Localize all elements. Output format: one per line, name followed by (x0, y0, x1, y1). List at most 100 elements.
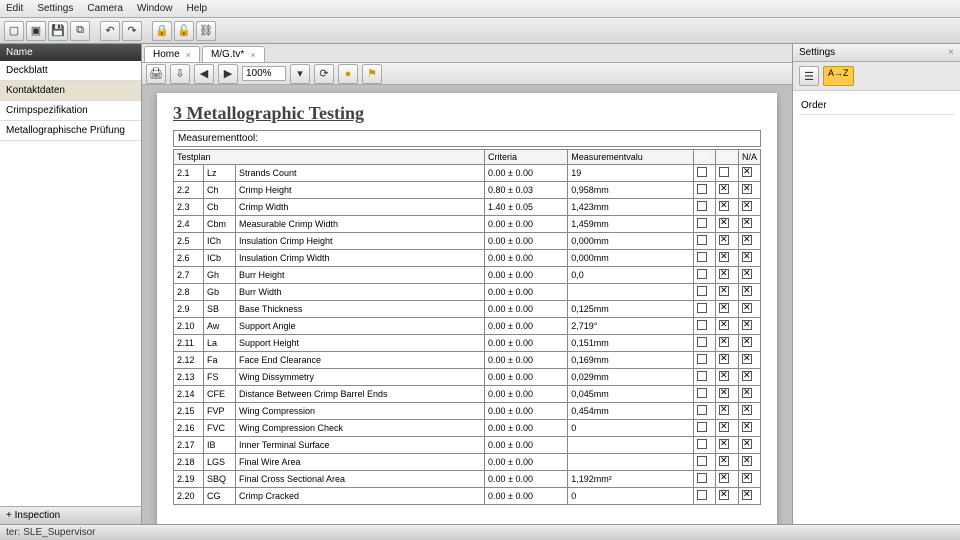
checkbox[interactable] (742, 184, 752, 194)
export-icon[interactable]: ⇩ (170, 64, 190, 84)
checkbox[interactable] (742, 422, 752, 432)
checkbox[interactable] (719, 388, 729, 398)
checkbox[interactable] (742, 218, 752, 228)
checkbox[interactable] (697, 388, 707, 398)
checkbox[interactable] (719, 252, 729, 262)
checkbox[interactable] (742, 167, 752, 177)
checkbox[interactable] (719, 320, 729, 330)
checkbox[interactable] (697, 184, 707, 194)
checkbox[interactable] (742, 286, 752, 296)
order-field-label[interactable]: Order (799, 97, 954, 115)
checkbox[interactable] (697, 337, 707, 347)
checkbox[interactable] (742, 456, 752, 466)
checkbox[interactable] (719, 456, 729, 466)
checkbox[interactable] (697, 354, 707, 364)
checkbox[interactable] (719, 422, 729, 432)
checkbox[interactable] (719, 490, 729, 500)
checkbox[interactable] (697, 456, 707, 466)
table-row: 2.14CFEDistance Between Crimp Barrel End… (174, 386, 761, 403)
marker-icon[interactable]: ● (338, 64, 358, 84)
sort-az-button[interactable]: A→Z (823, 66, 854, 86)
add-inspection-button[interactable]: + Inspection (0, 506, 141, 524)
checkbox[interactable] (697, 422, 707, 432)
nav-item[interactable]: Kontaktdaten (0, 81, 141, 101)
checkbox[interactable] (719, 337, 729, 347)
checkbox[interactable] (742, 388, 752, 398)
checkbox[interactable] (719, 286, 729, 296)
checkbox[interactable] (697, 439, 707, 449)
checkbox[interactable] (719, 218, 729, 228)
menu-window[interactable]: Window (137, 3, 173, 14)
next-page-icon[interactable]: ▶ (218, 64, 238, 84)
checkbox[interactable] (697, 252, 707, 262)
unlock-icon[interactable]: 🔓 (174, 21, 194, 41)
checkbox[interactable] (697, 201, 707, 211)
checkbox[interactable] (742, 371, 752, 381)
zoom-down-icon[interactable]: ▾ (290, 64, 310, 84)
close-tab-icon[interactable]: × (186, 50, 191, 60)
checkbox[interactable] (719, 354, 729, 364)
checkbox[interactable] (719, 201, 729, 211)
refresh-icon[interactable]: ⟳ (314, 64, 334, 84)
saveall-icon[interactable]: ⧉ (70, 21, 90, 41)
checkbox[interactable] (742, 269, 752, 279)
checkbox[interactable] (742, 490, 752, 500)
checkbox[interactable] (719, 371, 729, 381)
print-icon[interactable]: 🖨 (146, 64, 166, 84)
checkbox[interactable] (742, 303, 752, 313)
checkbox[interactable] (742, 354, 752, 364)
close-tab-icon[interactable]: × (250, 50, 255, 60)
checkbox[interactable] (742, 473, 752, 483)
nav-item[interactable]: Deckblatt (0, 61, 141, 81)
undo-icon[interactable]: ↶ (100, 21, 120, 41)
document-tab[interactable]: Home× (144, 46, 200, 62)
navigator-panel: Name DeckblattKontaktdatenCrimpspezifika… (0, 44, 142, 524)
open-icon[interactable]: ▣ (26, 21, 46, 41)
checkbox[interactable] (697, 218, 707, 228)
checkbox[interactable] (719, 439, 729, 449)
checkbox[interactable] (719, 405, 729, 415)
nav-item[interactable]: Crimpspezifikation (0, 101, 141, 121)
flag-icon[interactable]: ⚑ (362, 64, 382, 84)
checkbox[interactable] (697, 490, 707, 500)
checkbox[interactable] (719, 303, 729, 313)
document-scroll[interactable]: 3 Metallographic Testing Measurementtool… (142, 85, 792, 524)
checkbox[interactable] (742, 405, 752, 415)
save-icon[interactable]: 💾 (48, 21, 68, 41)
close-icon[interactable]: × (948, 47, 954, 58)
checkbox[interactable] (697, 320, 707, 330)
new-icon[interactable]: ▢ (4, 21, 24, 41)
checkbox[interactable] (742, 235, 752, 245)
checkbox[interactable] (742, 439, 752, 449)
checkbox[interactable] (697, 303, 707, 313)
menu-edit[interactable]: Edit (6, 3, 23, 14)
zoom-input[interactable] (242, 66, 286, 81)
checkbox[interactable] (697, 371, 707, 381)
checkbox[interactable] (742, 201, 752, 211)
document-tab[interactable]: M/G.tv*× (202, 46, 265, 62)
checkbox[interactable] (697, 167, 707, 177)
checkbox[interactable] (719, 473, 729, 483)
checkbox[interactable] (697, 235, 707, 245)
checkbox[interactable] (697, 286, 707, 296)
menu-help[interactable]: Help (187, 3, 208, 14)
nav-item[interactable]: Metallographische Prüfung (0, 121, 141, 141)
checkbox[interactable] (719, 269, 729, 279)
link-icon[interactable]: ⛓ (196, 21, 216, 41)
checkbox[interactable] (742, 320, 752, 330)
checkbox[interactable] (719, 235, 729, 245)
menu-settings[interactable]: Settings (37, 3, 73, 14)
prev-page-icon[interactable]: ◀ (194, 64, 214, 84)
properties-panel: Settings × ☰ A→Z Order (792, 44, 960, 524)
checkbox[interactable] (742, 337, 752, 347)
checkbox[interactable] (719, 184, 729, 194)
lock-icon[interactable]: 🔒 (152, 21, 172, 41)
checkbox[interactable] (697, 405, 707, 415)
redo-icon[interactable]: ↷ (122, 21, 142, 41)
checkbox[interactable] (697, 269, 707, 279)
checkbox[interactable] (719, 167, 729, 177)
checkbox[interactable] (742, 252, 752, 262)
checkbox[interactable] (697, 473, 707, 483)
menu-camera[interactable]: Camera (87, 3, 123, 14)
list-view-icon[interactable]: ☰ (799, 66, 819, 86)
